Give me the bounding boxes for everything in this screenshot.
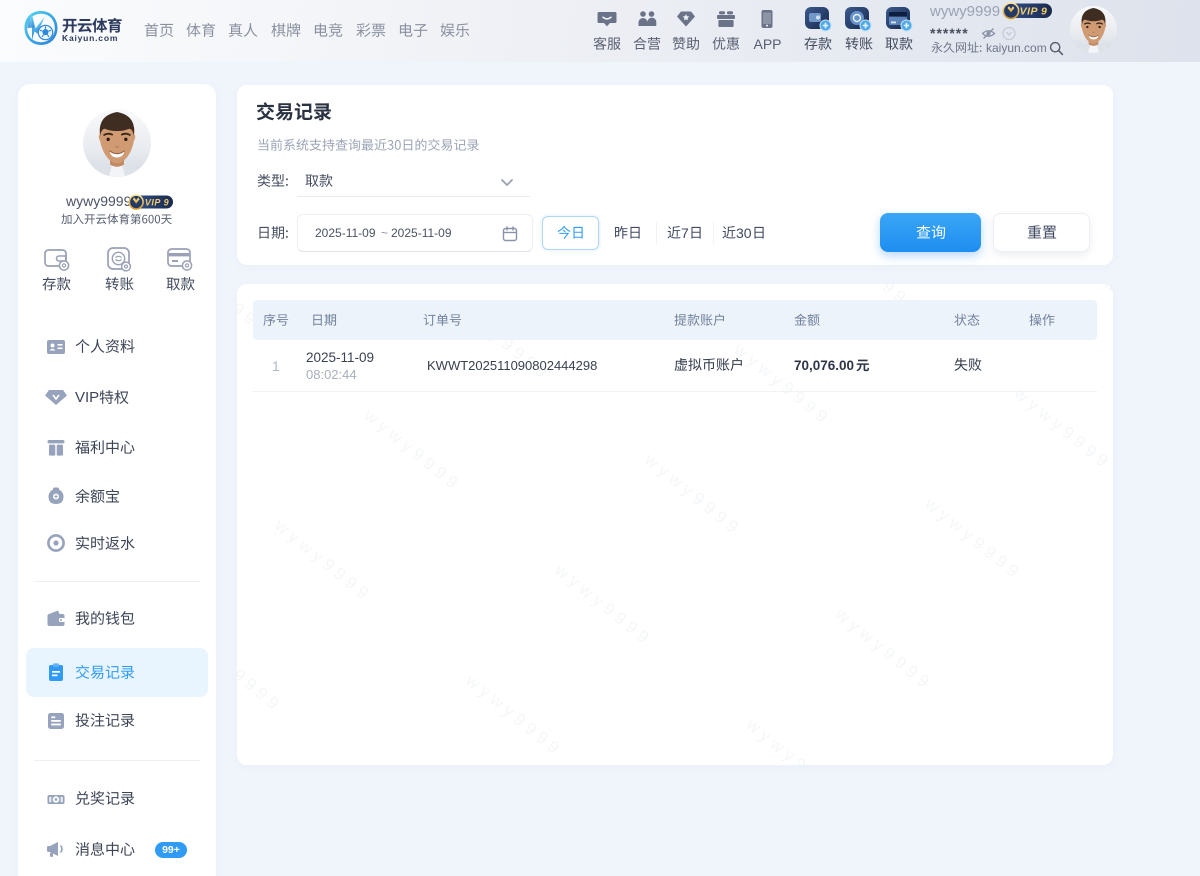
svg-text:VIP 9: VIP 9 [1020,5,1048,17]
svg-text:VIP 9: VIP 9 [145,197,169,207]
